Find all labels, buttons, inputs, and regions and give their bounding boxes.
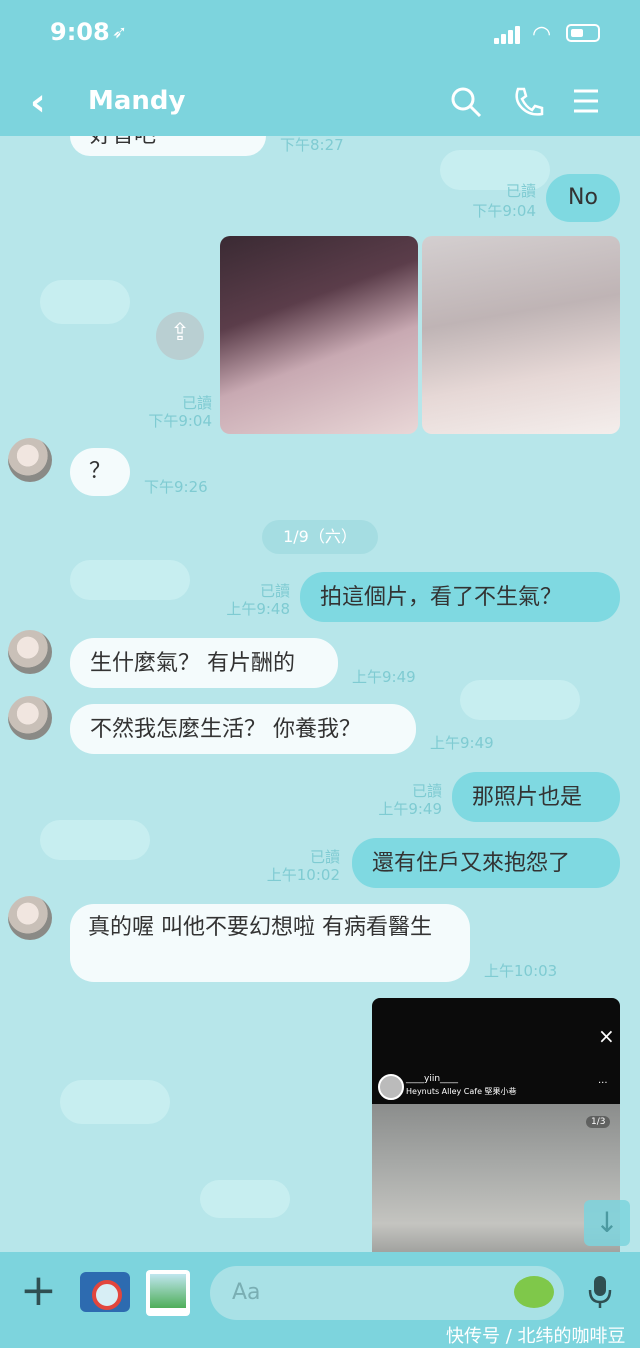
read-receipt: 已讀 [259, 582, 290, 600]
more-icon[interactable]: ··· [598, 1078, 608, 1089]
read-receipt: 已讀 [309, 848, 340, 866]
plus-icon[interactable]: + [20, 1266, 57, 1316]
message-bubble[interactable]: No [546, 174, 620, 222]
message-time: 下午9:04 [472, 202, 536, 220]
message-bubble[interactable]: 拍這個片，看了不生氣？ [300, 572, 620, 622]
message-time: 上午9:49 [352, 668, 416, 686]
story-image [372, 1104, 620, 1254]
search-icon[interactable] [450, 86, 482, 125]
message-time: 上午9:49 [378, 800, 442, 818]
message-time: 上午9:48 [226, 600, 290, 618]
story-counter: 1/3 [586, 1116, 611, 1128]
microphone-icon[interactable] [588, 1274, 612, 1314]
message-bubble[interactable]: 那照片也是 [452, 772, 620, 822]
background-cloud [200, 1180, 290, 1218]
background-cloud [460, 680, 580, 720]
background-cloud [40, 280, 130, 324]
date-separator: 1/9（六） [262, 520, 378, 554]
message-bubble[interactable]: 真的喔 叫他不要幻想啦 有病看醫生 [70, 904, 470, 982]
message-time: 上午10:02 [266, 866, 340, 884]
background-cloud [70, 560, 190, 600]
battery-icon [566, 24, 600, 42]
message-time: 下午9:26 [144, 478, 208, 496]
story-avatar [378, 1074, 404, 1100]
phone-icon[interactable] [512, 86, 544, 125]
location-icon: ➶ [112, 22, 128, 43]
story-place: Heynuts Alley Cafe 堅果小巷 [406, 1087, 517, 1096]
message-bubble[interactable]: 生什麼氣？ 有片酬的 [70, 638, 338, 688]
message-input[interactable] [210, 1266, 564, 1320]
message-time: 上午10:03 [484, 962, 558, 980]
message-bubble[interactable]: ？ [70, 448, 130, 496]
close-icon[interactable]: × [598, 1024, 615, 1048]
message-input-placeholder: Aa [232, 1280, 261, 1305]
menu-icon[interactable] [572, 86, 600, 123]
signal-icon [494, 26, 522, 44]
camera-icon[interactable] [80, 1272, 130, 1312]
story-screenshot[interactable]: × ____yiin____ Heynuts Alley Cafe 堅果小巷 ·… [372, 998, 620, 1254]
avatar[interactable] [8, 630, 52, 674]
background-cloud [60, 1080, 170, 1124]
avatar[interactable] [8, 438, 52, 482]
background-cloud [40, 820, 150, 860]
message-time: 下午8:27 [280, 136, 344, 154]
back-chevron-icon[interactable]: ‹ [30, 82, 46, 122]
photo-thumbnail[interactable] [220, 236, 418, 434]
message-bubble[interactable]: 不然我怎麼生活？ 你養我？ [70, 704, 416, 754]
share-icon: ⇪ [169, 318, 191, 346]
status-time: 9:08 [50, 18, 110, 46]
read-receipt: 已讀 [411, 782, 442, 800]
scroll-down-button[interactable]: ↓ [584, 1200, 630, 1246]
story-user: ____yiin____ [406, 1074, 459, 1084]
photo-thumbnail[interactable] [422, 236, 620, 434]
message-bubble[interactable]: 還有住戶又來抱怨了 [352, 838, 620, 888]
read-receipt: 已讀 [181, 394, 212, 412]
watermark: 快传号 / 北纬的咖啡豆 [446, 1326, 626, 1347]
sticker-icon[interactable] [514, 1276, 554, 1308]
photo-gallery-icon[interactable] [146, 1270, 190, 1316]
message-time: 上午9:49 [430, 734, 494, 752]
message-time: 下午9:04 [148, 412, 212, 430]
wifi-icon: ◠ [532, 22, 552, 47]
avatar[interactable] [8, 696, 52, 740]
chat-title: Mandy [88, 86, 186, 116]
read-receipt: 已讀 [505, 182, 536, 200]
avatar[interactable] [8, 896, 52, 940]
share-button[interactable]: ⇪ [156, 312, 204, 360]
